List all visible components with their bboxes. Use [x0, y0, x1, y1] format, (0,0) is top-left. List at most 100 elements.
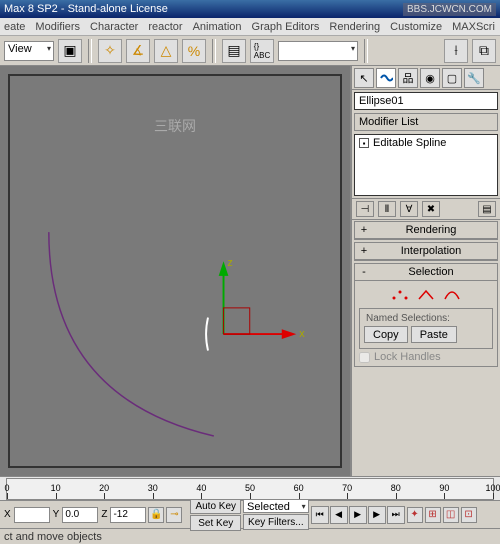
next-frame-icon[interactable]: ▶: [368, 506, 386, 524]
selection-rollout: -Selection Named Selections: Copy Paste …: [354, 263, 498, 367]
tick-label: 80: [391, 483, 401, 493]
goto-start-icon[interactable]: ⏮: [311, 506, 329, 524]
tick-label: 90: [439, 483, 449, 493]
paste-button[interactable]: Paste: [411, 326, 457, 343]
x-label: x: [299, 328, 305, 340]
key-filters-button[interactable]: Key Filters...: [243, 514, 309, 530]
named-selection-combo[interactable]: [278, 41, 358, 61]
modifier-stack[interactable]: ▪ Editable Spline: [354, 134, 498, 196]
lock-icon[interactable]: 🔒: [148, 507, 164, 523]
percent-snap-icon[interactable]: △: [154, 39, 178, 63]
title-bar: Max 8 SP2 - Stand-alone License BBS.JCWC…: [0, 0, 500, 18]
tick-label: 20: [99, 483, 109, 493]
menu-bar: eate Modifiers Character reactor Animati…: [0, 18, 500, 36]
z-input[interactable]: [110, 507, 146, 523]
reference-coord-combo[interactable]: View: [4, 41, 54, 61]
angle-snap-icon[interactable]: ∡: [126, 39, 150, 63]
y-label: Y: [51, 509, 62, 520]
command-panel: ↖ 品 ◉ ▢ 🔧 Ellipse01 Modifier List ▪ Edit…: [352, 66, 500, 476]
menu-animation[interactable]: Animation: [193, 21, 242, 33]
tick-label: 0: [4, 483, 9, 493]
make-unique-icon[interactable]: ∀: [400, 201, 418, 217]
interpolation-rollout-header[interactable]: +Interpolation: [355, 243, 497, 260]
separator: [212, 39, 216, 63]
menu-modifiers[interactable]: Modifiers: [35, 21, 80, 33]
tick-label: 10: [51, 483, 61, 493]
auto-key-button[interactable]: Auto Key: [190, 498, 241, 514]
spinner-snap-icon[interactable]: %: [182, 39, 206, 63]
viewport-content: z x: [10, 76, 340, 466]
status-bar-controls: X Y Z 🔒 ⊸ Auto Key Set Key Selected Key …: [0, 500, 500, 528]
menu-maxscript[interactable]: MAXScri: [452, 21, 495, 33]
minus-icon: -: [359, 266, 369, 278]
timeline[interactable]: 0102030405060708090100: [0, 476, 500, 500]
menu-character[interactable]: Character: [90, 21, 138, 33]
display-tab-icon[interactable]: ▢: [442, 68, 462, 88]
menu-customize[interactable]: Customize: [390, 21, 442, 33]
stack-toolbar: ⊣ Ⅱ ∀ ✖ ▤: [352, 198, 500, 220]
nav-icon-2[interactable]: ⊞: [425, 507, 441, 523]
pin-stack-icon[interactable]: ⊣: [356, 201, 374, 217]
goto-end-icon[interactable]: ⏭: [387, 506, 405, 524]
watermark: BBS.JCWCN.COM: [403, 3, 496, 16]
nav-icon-1[interactable]: ✦: [407, 507, 423, 523]
separator: [88, 39, 92, 63]
main-toolbar: View ▣ ✧ ∡ △ % ▤ {}ABC ⟊ ⧉: [0, 36, 500, 66]
copy-button[interactable]: Copy: [364, 326, 408, 343]
tick-label: 40: [196, 483, 206, 493]
menu-reactor[interactable]: reactor: [148, 21, 182, 33]
play-icon[interactable]: ▶: [349, 506, 367, 524]
tick-label: 70: [342, 483, 352, 493]
viewport[interactable]: 三联网 z x: [0, 66, 352, 476]
selection-subobject-icons: [359, 284, 493, 306]
vertex-icon[interactable]: [390, 287, 410, 303]
rotation-arc: [206, 318, 208, 351]
nav-icon-4[interactable]: ⊡: [461, 507, 477, 523]
remove-modifier-icon[interactable]: ✖: [422, 201, 440, 217]
z-label: z: [227, 257, 232, 269]
object-name-field[interactable]: Ellipse01: [354, 92, 498, 110]
key-filter-combo[interactable]: Selected: [243, 499, 309, 513]
motion-tab-icon[interactable]: ◉: [420, 68, 440, 88]
abc-icon[interactable]: {}ABC: [250, 39, 274, 63]
plus-icon: +: [359, 245, 369, 257]
key-icon[interactable]: ⊸: [166, 507, 182, 523]
y-input[interactable]: [62, 507, 98, 523]
create-tab-icon[interactable]: ↖: [354, 68, 374, 88]
nav-icon-3[interactable]: ◫: [443, 507, 459, 523]
named-selections-group: Named Selections: Copy Paste: [359, 308, 493, 349]
tick-label: 30: [148, 483, 158, 493]
configure-sets-icon[interactable]: ▤: [478, 201, 496, 217]
utilities-tab-icon[interactable]: 🔧: [464, 68, 484, 88]
array-icon[interactable]: ⧉: [472, 39, 496, 63]
expand-icon[interactable]: ▪: [359, 138, 369, 148]
rendering-rollout-header[interactable]: +Rendering: [355, 222, 497, 239]
modifier-list-dropdown[interactable]: Modifier List: [354, 113, 498, 131]
status-text: ct and move objects: [0, 528, 500, 544]
stack-item-editable-spline[interactable]: ▪ Editable Spline: [355, 135, 497, 151]
rendering-rollout: +Rendering: [354, 221, 498, 240]
separator: [364, 39, 368, 63]
mirror-icon[interactable]: ⟊: [444, 39, 468, 63]
prev-frame-icon[interactable]: ◀: [330, 506, 348, 524]
named-selection-icon[interactable]: ▤: [222, 39, 246, 63]
snap-toggle-icon[interactable]: ✧: [98, 39, 122, 63]
transform-type-in: X Y Z: [2, 507, 146, 523]
selection-rollout-header[interactable]: -Selection: [355, 264, 497, 281]
x-label: X: [2, 509, 13, 520]
lock-handles-checkbox[interactable]: Lock Handles: [359, 351, 493, 363]
modify-tab-icon[interactable]: [376, 68, 396, 88]
gizmo-x-arrow: [282, 329, 297, 339]
menu-create[interactable]: eate: [4, 21, 25, 33]
show-end-result-icon[interactable]: Ⅱ: [378, 201, 396, 217]
menu-rendering[interactable]: Rendering: [329, 21, 380, 33]
gizmo-plane: [224, 308, 250, 334]
hierarchy-tab-icon[interactable]: 品: [398, 68, 418, 88]
x-input[interactable]: [14, 507, 50, 523]
pivot-icon[interactable]: ▣: [58, 39, 82, 63]
tick-label: 60: [294, 483, 304, 493]
menu-graph-editors[interactable]: Graph Editors: [252, 21, 320, 33]
spline-icon[interactable]: [442, 287, 462, 303]
time-ruler[interactable]: 0102030405060708090100: [6, 478, 494, 500]
segment-icon[interactable]: [416, 287, 436, 303]
